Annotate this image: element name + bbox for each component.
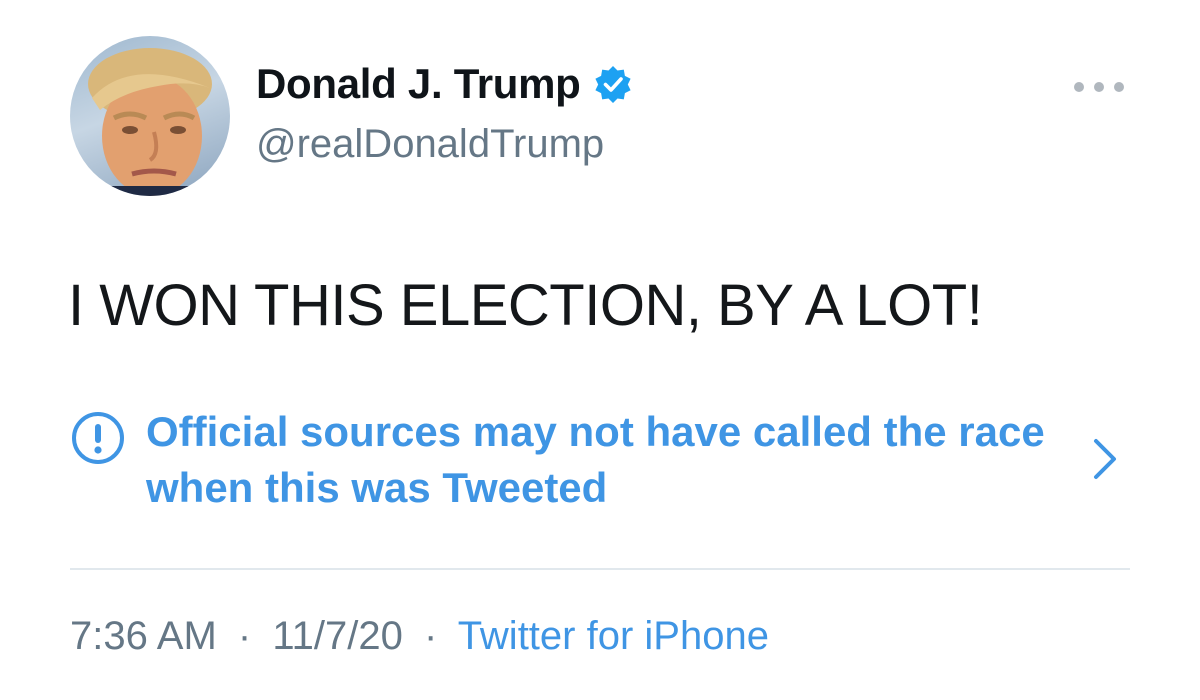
separator: · xyxy=(423,614,438,658)
more-dot xyxy=(1094,82,1104,92)
election-notice-link[interactable]: Official sources may not have called the… xyxy=(70,404,1130,514)
more-dot xyxy=(1114,82,1124,92)
exclamation-circle-icon xyxy=(70,410,126,466)
tweet-text: I WON THIS ELECTION, BY A LOT! xyxy=(68,273,983,338)
tweet-date[interactable]: 11/7/20 xyxy=(272,614,403,658)
chevron-right-icon xyxy=(1090,436,1120,482)
notice-text: Official sources may not have called the… xyxy=(146,408,1045,511)
more-options-icon[interactable] xyxy=(1074,72,1124,102)
tweet-time[interactable]: 7:36 AM xyxy=(70,614,217,658)
more-dot xyxy=(1074,82,1084,92)
author-name-row[interactable]: Donald J. Trump xyxy=(256,60,633,108)
tweet-card: Donald J. Trump @realDonaldTrump I WON T… xyxy=(0,0,1200,700)
tweet-meta: 7:36 AM · 11/7/20 · Twitter for iPhone xyxy=(70,614,769,659)
avatar[interactable] xyxy=(70,36,230,196)
profile-photo xyxy=(88,48,212,196)
divider xyxy=(70,568,1130,570)
handle[interactable]: @realDonaldTrump xyxy=(256,122,604,167)
verified-badge-icon xyxy=(593,64,633,104)
separator: · xyxy=(237,614,252,658)
tweet-source-link[interactable]: Twitter for iPhone xyxy=(458,614,769,658)
display-name[interactable]: Donald J. Trump xyxy=(256,60,581,108)
